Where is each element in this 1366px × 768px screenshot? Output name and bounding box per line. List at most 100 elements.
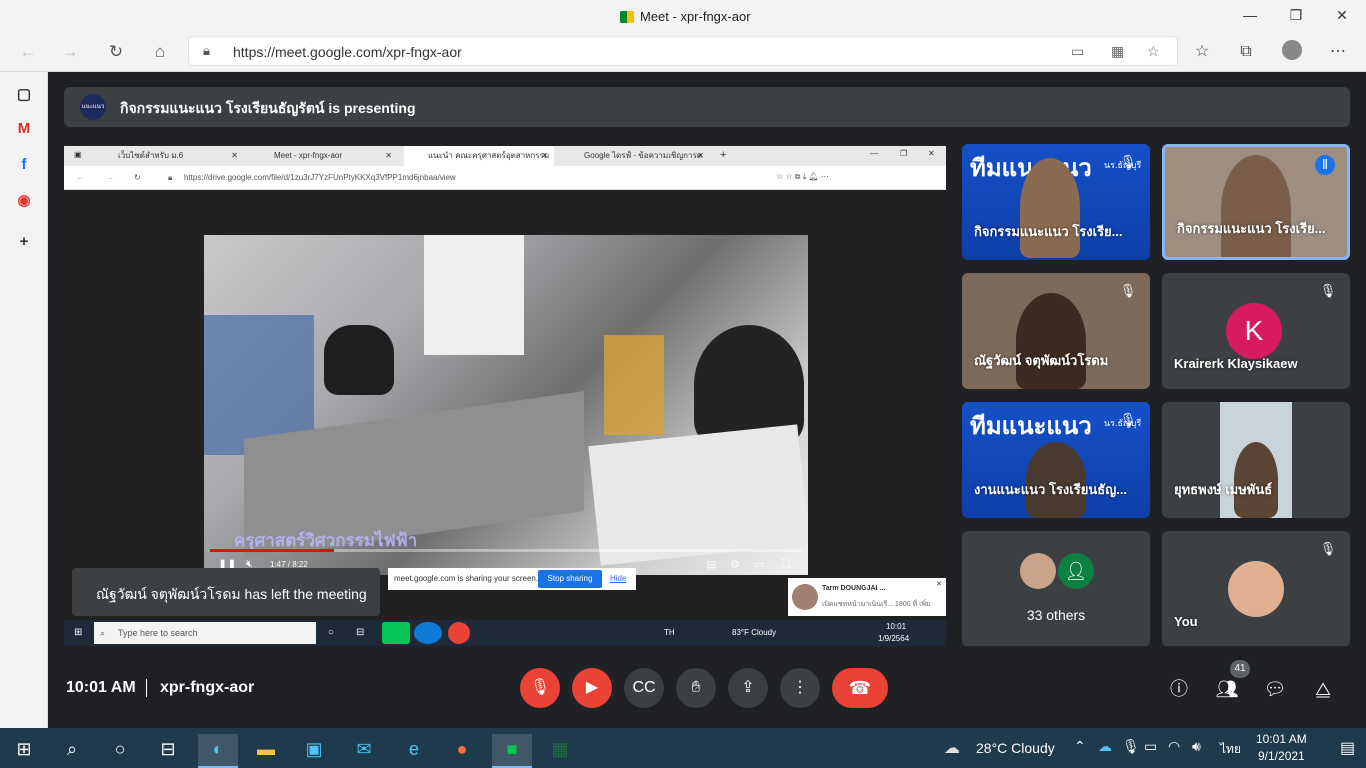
shared-tab: Meet - xpr-fngx-aor ✕ [274,151,392,160]
task-view-icon[interactable]: ⊟ [148,734,188,768]
facebook-icon[interactable]: f [12,153,36,177]
shared-weather: 83°F Cloudy [732,628,777,637]
participant-name: You [1174,614,1198,629]
camera-icon[interactable]: ▭ [1071,43,1084,60]
presenting-banner: แนะแนว กิจกรรมแนะแนว โรงเรียนธัญรัตน์ is… [64,87,1350,127]
participant-name: ณัฐวัฒน์ จตุพัฒน์วโรดม [974,353,1109,368]
presenting-text: กิจกรรมแนะแนว โรงเรียนธัญรัตน์ is presen… [120,100,416,116]
shared-taskbar-search: ⌕ Type here to search [94,622,316,644]
profile-avatar[interactable] [1280,40,1304,64]
add-icon[interactable]: + [12,230,36,254]
shared-tab: Google ไดรฟ์ - ข้อความเชิญการต ✕ [584,151,704,160]
add-favorite-icon[interactable]: ☆ [1147,43,1160,60]
collections-icon[interactable]: ⧉ [1234,40,1258,64]
mic-off-icon: 🎙︎ [1319,283,1337,298]
address-bar[interactable]: 🔒︎ https://meet.google.com/xpr-fngx-aor … [188,36,1178,66]
participant-video [1016,293,1086,389]
store-icon[interactable]: ▣ [294,734,334,768]
participant-video [1220,402,1292,518]
home-icon[interactable]: ⌂ [148,40,172,64]
participant-tile[interactable]: 🎙︎ ณัฐวัฒน์ จตุพัฒน์วโรดม [962,273,1150,389]
window-title-text: Meet - xpr-fngx-aor [640,9,751,24]
shared-lang: TH [664,628,675,637]
microphone-icon[interactable]: 🎙︎ [1122,738,1140,755]
tab-actions-icon: ▣ [74,150,82,159]
more-options-button[interactable]: ⋮ [780,668,820,708]
self-tile[interactable]: 🎙︎ You [1162,531,1350,647]
close-window-button[interactable]: ✕ [1332,5,1352,25]
url-text: https://meet.google.com/xpr-fngx-aor [233,44,462,60]
participant-video [1221,155,1291,257]
apps-icon[interactable]: ▦ [1111,43,1124,60]
search-icon[interactable]: ⌕ [52,734,92,768]
chat-icon[interactable]: 💬︎ [1262,676,1288,702]
leave-call-button[interactable]: ☎︎ [832,668,888,708]
participant-tile[interactable]: ทีมแนะแนว นร.ธัญบุรี 🎙︎ งานแนะแนว โรงเรี… [962,402,1150,518]
input-language[interactable]: ไทย [1220,740,1241,759]
meeting-code: xpr-fngx-aor [160,679,255,696]
record-icon[interactable]: ◉ [12,189,36,213]
taskbar-time[interactable]: 10:01 AM [1256,732,1307,746]
participant-tile[interactable]: ยุทธพงษ์ เมษพันธ์ [1162,402,1350,518]
tabs-icon[interactable]: ▢ [12,83,36,107]
refresh-icon[interactable]: ↻ [104,40,128,64]
more-menu-icon[interactable]: ⋯ [1326,40,1350,64]
activities-icon[interactable]: ⧋ [1310,676,1336,702]
line-app-icon[interactable]: ■ [492,734,532,768]
forward-icon[interactable]: → [58,40,82,64]
shared-close-icon: ✕ [928,149,935,158]
mic-toggle-button[interactable]: 🎙︎ [520,668,560,708]
participant-name: ยุทธพงษ์ เมษพันธ์ [1174,482,1273,497]
internet-explorer-icon[interactable]: e [394,734,434,768]
wifi-icon[interactable]: ◠ [1168,738,1180,755]
mic-off-icon: 🎙︎ [1119,154,1137,169]
battery-icon[interactable]: ▭ [1144,738,1157,755]
firefox-icon[interactable]: ● [442,734,482,768]
captions-icon: ▤ [706,559,717,571]
favorites-icon[interactable]: ☆ [1190,40,1214,64]
participant-tile[interactable]: ทีมแนะแนว นร.ธัญบุรี 🎙︎ กิจกรรมแนะแนว โร… [962,144,1150,260]
taskbar-weather[interactable]: 28°C Cloudy [976,740,1055,756]
shared-address-bar: ← → ↻ 🔒︎ https://drive.google.com/file/d… [64,166,946,190]
gmail-icon[interactable]: M [12,117,36,141]
people-icon[interactable]: 👥︎ [1214,676,1240,702]
participant-tile[interactable]: K 🎙︎ Krairerk Klaysikaew [1162,273,1350,389]
start-icon[interactable]: ⊞ [4,734,44,768]
avatar [1020,553,1056,589]
edge-icon[interactable]: ◐ [198,734,238,768]
shared-chrome-icon [448,622,470,644]
mail-icon[interactable]: ✉ [344,734,384,768]
camera-toggle-button[interactable]: ▶︎ [572,668,612,708]
raise-hand-button[interactable]: ✋︎ [676,668,716,708]
divider [146,679,147,697]
participant-name: Krairerk Klaysikaew [1174,356,1298,371]
file-explorer-icon[interactable]: ▬ [246,734,286,768]
action-center-icon[interactable]: ▤ [1340,738,1355,758]
presenter-logo: แนะแนว [80,94,106,120]
restore-button[interactable]: ❐ [1286,5,1306,25]
back-icon[interactable]: ← [16,40,40,64]
others-count: 33 others [1026,607,1086,623]
present-button[interactable]: ⇪ [728,668,768,708]
tray-chevron-icon[interactable]: ⌃ [1074,738,1086,755]
excel-icon[interactable]: ▦ [540,734,580,768]
participant-name: งานแนะแนว โรงเรียนธัญ... [974,482,1128,497]
cloud-icon: ☁ [944,740,960,757]
new-tab-icon: + [720,149,727,161]
meeting-details-icon[interactable]: ⓘ [1166,676,1192,702]
meeting-time: 10:01 AM [66,679,136,696]
minimize-button[interactable]: — [1240,5,1260,25]
shared-search-icon: ⌕ [100,628,106,638]
volume-icon[interactable]: 🔊︎ [1192,738,1201,755]
lock-icon: 🔒︎ [203,43,210,58]
participant-tile-active[interactable]: ⦀ กิจกรรมแนะแนว โรงเรีย... [1162,144,1350,260]
captions-button[interactable]: CC [624,668,664,708]
system-tray: ☁ 28°C Cloudy ⌃ ☁ 🎙︎ ▭ ◠ 🔊︎ ไทย 10:01 AM… [944,728,1366,768]
taskbar-date[interactable]: 9/1/2021 [1258,749,1305,763]
cortana-icon[interactable]: ○ [100,734,140,768]
video-player: ครุศาสตร์วิศวกรรมไฟฟ้า ❚❚ 🔇︎ 1:47 / 8:22… [204,235,808,575]
shared-browser-tabs: ▣ เว็บไซต์สำหรับ ม.6 ✕ Meet - xpr-fngx-ao… [64,146,946,180]
others-tile[interactable]: 👤︎ 33 others [962,531,1150,647]
stop-sharing-button: Stop sharing [538,570,602,588]
onedrive-icon[interactable]: ☁ [1098,738,1112,755]
